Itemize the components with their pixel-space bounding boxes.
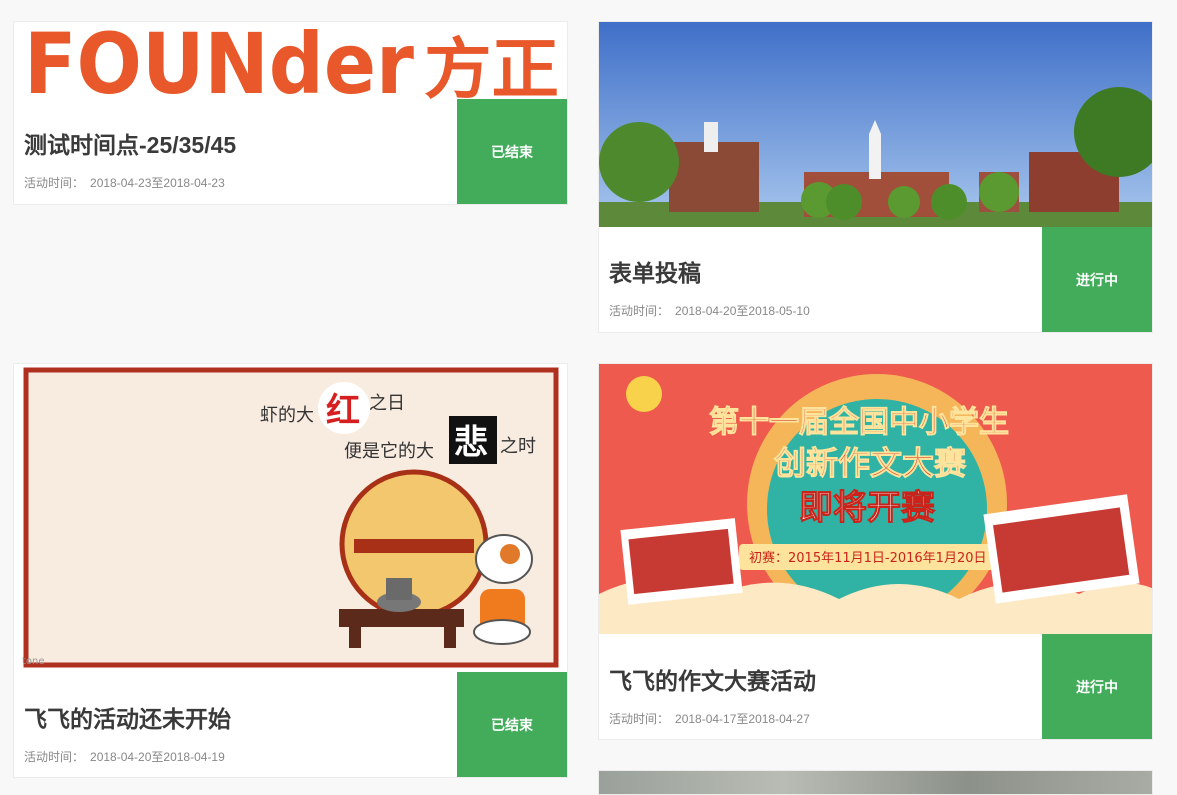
card-image[interactable]: FOUNder 方正	[14, 22, 567, 99]
svg-text:之时: 之时	[500, 436, 536, 457]
activity-card[interactable]: 虾的大 红 之日 便是它的大 悲 之时 tone 飞飞的活动还未开始 活动时间：…	[13, 363, 568, 778]
svg-text:虾的大: 虾的大	[260, 405, 314, 426]
svg-text:悲: 悲	[454, 423, 488, 463]
card-image[interactable]: 虾的大 红 之日 便是它的大 悲 之时 tone	[14, 364, 567, 672]
svg-text:红: 红	[326, 391, 360, 431]
card-time: 活动时间： 2018-04-20至2018-04-19	[24, 750, 225, 764]
activity-card[interactable]	[598, 770, 1153, 795]
cartoon-illustration: 虾的大 红 之日 便是它的大 悲 之时 tone	[22, 367, 559, 668]
svg-text:初赛：2015年11月1日-2016年1月20日: 初赛：2015年11月1日-2016年1月20日	[749, 550, 987, 566]
card-title[interactable]: 飞飞的活动还未开始	[14, 700, 457, 734]
card-time: 活动时间： 2018-04-23至2018-04-23	[24, 176, 225, 190]
card-time: 活动时间： 2018-04-17至2018-04-27	[609, 712, 810, 726]
svg-text:创新作文大赛: 创新作文大赛	[773, 444, 967, 482]
svg-text:之日: 之日	[369, 393, 405, 414]
founder-logo: FOUNder 方正	[24, 22, 559, 99]
status-badge[interactable]: 已结束	[457, 99, 567, 204]
svg-text:方正: 方正	[424, 31, 559, 99]
activity-card[interactable]: 第十一届全国中小学生 创新作文大赛 即将开赛 初赛：2015年11月1日-201…	[598, 363, 1153, 740]
activity-card[interactable]: FOUNder 方正 测试时间点-25/35/45 活动时间： 2018-04-2…	[13, 21, 568, 205]
svg-text:第十一届全国中小学生: 第十一届全国中小学生	[709, 405, 1009, 440]
card-title[interactable]: 表单投稿	[599, 254, 1042, 288]
svg-text:FOUNder: FOUNder	[24, 22, 415, 99]
svg-text:即将开赛: 即将开赛	[799, 488, 936, 528]
status-badge[interactable]: 进行中	[1042, 227, 1152, 332]
activity-card[interactable]: 表单投稿 活动时间： 2018-04-20至2018-05-10 进行中	[598, 21, 1153, 333]
card-image[interactable]: 第十一届全国中小学生 创新作文大赛 即将开赛 初赛：2015年11月1日-201…	[599, 364, 1152, 634]
card-title[interactable]: 测试时间点-25/35/45	[14, 126, 457, 160]
status-badge[interactable]: 已结束	[457, 672, 567, 777]
svg-text:tone: tone	[22, 656, 45, 667]
svg-text:便是它的大: 便是它的大	[344, 441, 434, 462]
card-title[interactable]: 飞飞的作文大赛活动	[599, 662, 1042, 696]
status-badge[interactable]: 进行中	[1042, 634, 1152, 739]
contest-banner: 第十一届全国中小学生 创新作文大赛 即将开赛 初赛：2015年11月1日-201…	[599, 364, 1152, 634]
card-time: 活动时间： 2018-04-20至2018-05-10	[609, 304, 810, 318]
card-image[interactable]	[599, 22, 1152, 227]
card-image[interactable]	[599, 771, 1152, 794]
campus-panorama-icon	[599, 22, 1152, 227]
